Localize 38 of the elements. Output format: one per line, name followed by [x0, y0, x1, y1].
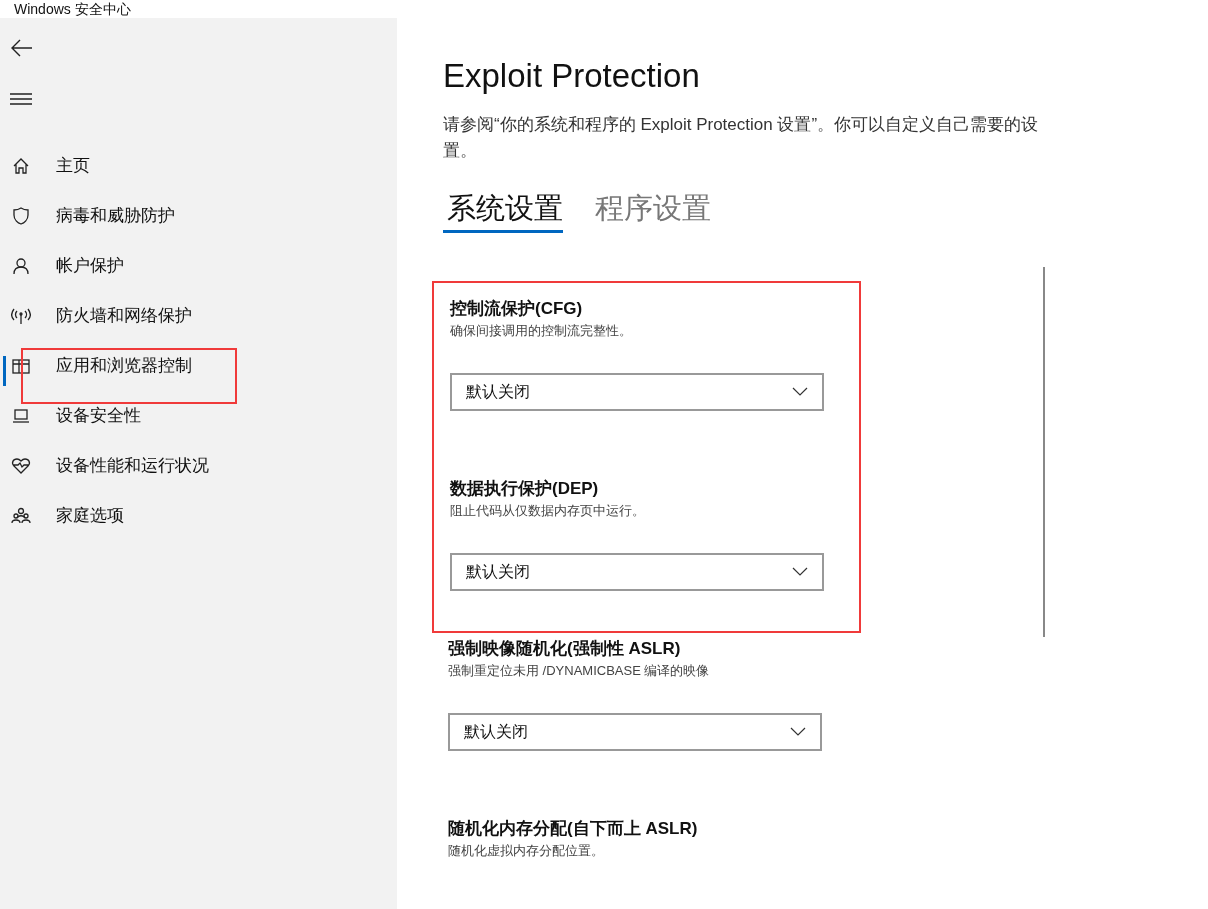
back-arrow-icon: [11, 39, 33, 57]
menu-button[interactable]: [10, 92, 32, 106]
laptop-icon: [11, 406, 31, 426]
setting-dropdown[interactable]: 默认关闭: [450, 553, 824, 591]
tab[interactable]: 系统设置: [443, 188, 563, 233]
family-icon: [11, 506, 31, 526]
shield-icon: [11, 206, 31, 226]
page-title: Exploit Protection: [443, 56, 701, 96]
setting-description: 确保间接调用的控制流完整性。: [450, 322, 633, 340]
sidebar-item[interactable]: 防火墙和网络保护: [56, 301, 192, 331]
chevron-down-icon: [792, 567, 808, 577]
window-icon: [11, 356, 31, 376]
setting-dropdown[interactable]: 默认关闭: [450, 373, 824, 411]
setting-description: 强制重定位未用 /DYNAMICBASE 编译的映像: [448, 662, 711, 680]
setting-description: 随机化虚拟内存分配位置。: [448, 842, 605, 860]
setting-description: 阻止代码从仅数据内存页中运行。: [450, 502, 646, 520]
menu-icon: [10, 93, 32, 105]
setting-title: 随机化内存分配(自下而上 ASLR): [448, 818, 699, 840]
heart-icon: [11, 456, 31, 476]
sidebar-item[interactable]: 家庭选项: [56, 501, 124, 531]
sidebar-item[interactable]: 设备安全性: [56, 401, 141, 431]
page-description: 请参阅“你的系统和程序的 Exploit Protection 设置”。你可以自定义自己需要的设置。: [443, 114, 1040, 162]
home-icon: [11, 156, 31, 176]
setting-dropdown[interactable]: 默认关闭: [448, 713, 822, 751]
sidebar-item[interactable]: 病毒和威胁防护: [56, 201, 175, 231]
window-title: Windows 安全中心: [14, 0, 131, 18]
setting-title: 数据执行保护(DEP): [450, 478, 600, 500]
antenna-icon: [11, 306, 31, 326]
chevron-down-icon: [790, 727, 806, 737]
sidebar-item[interactable]: 主页: [56, 151, 90, 181]
sidebar-item[interactable]: 应用和浏览器控制: [56, 351, 192, 381]
chevron-down-icon: [792, 387, 808, 397]
setting-title: 强制映像随机化(强制性 ASLR): [448, 638, 682, 660]
tab[interactable]: 程序设置: [591, 188, 711, 233]
person-icon: [11, 256, 31, 276]
sidebar-item[interactable]: 帐户保护: [56, 251, 124, 281]
sidebar-item[interactable]: 设备性能和运行状况: [56, 451, 209, 481]
setting-title: 控制流保护(CFG): [450, 298, 584, 320]
